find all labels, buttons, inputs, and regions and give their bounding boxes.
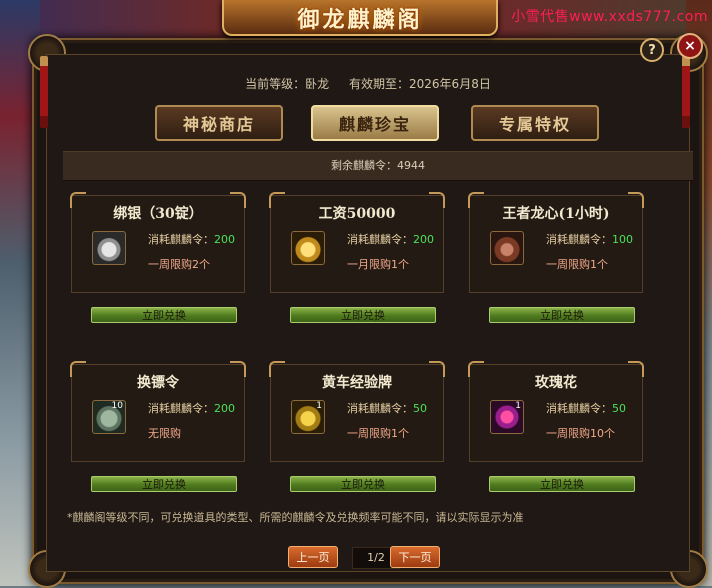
item-cost-value: 200	[214, 402, 235, 415]
item-cost: 消耗麒麟令：200	[148, 402, 235, 415]
item-cost: 消耗麒麟令：200	[347, 233, 434, 246]
redeem-button[interactable]: 立即兑换	[91, 307, 237, 323]
redeem-button[interactable]: 立即兑换	[91, 476, 237, 492]
item-limit: 一月限购1个	[347, 258, 409, 271]
item-title: 黄车经验牌	[322, 375, 392, 391]
tab-exclusive-privilege[interactable]: 专属特权	[471, 105, 599, 141]
tassel-ornament	[682, 56, 690, 128]
item-title: 换镖令	[137, 375, 179, 391]
item-cost-value: 100	[612, 233, 633, 246]
item-cost: 消耗麒麟令：100	[546, 233, 633, 246]
item-limit: 一周限购2个	[148, 258, 210, 271]
item-card: 黄车经验牌 1 消耗麒麟令：50 一周限购1个	[269, 361, 445, 462]
item-card: 玫瑰花 1 消耗麒麟令：50 一周限购10个	[468, 361, 644, 462]
close-button[interactable]: ×	[677, 33, 703, 59]
item-card: 绑银（30锭） 消耗麒麟令：200 一周限购2个	[70, 192, 246, 293]
remaining-tokens-bar: 剩余麒麟令：4944	[63, 151, 693, 181]
item-title: 玫瑰花	[535, 375, 577, 391]
item-cost-value: 50	[413, 402, 427, 415]
next-page-button[interactable]: 下一页	[390, 546, 440, 568]
item-cost-value: 200	[214, 233, 235, 246]
redeem-button[interactable]: 立即兑换	[290, 307, 436, 323]
item-cost-value: 200	[413, 233, 434, 246]
item-count: 1	[515, 401, 521, 411]
item-card: 工资50000 消耗麒麟令：200 一月限购1个	[269, 192, 445, 293]
item-limit: 无限购	[148, 427, 181, 440]
item-cost: 消耗麒麟令：200	[148, 233, 235, 246]
window-title: 御龙麒麟阁	[297, 7, 423, 33]
item-cost-value: 50	[612, 402, 626, 415]
escort-token-icon[interactable]: 10	[92, 400, 126, 434]
yellow-cart-icon[interactable]: 1	[291, 400, 325, 434]
tassel-ornament	[40, 56, 48, 128]
item-title: 工资50000	[318, 206, 396, 222]
watermark-text: 小雪代售www.xxds777.com	[511, 9, 708, 25]
level-info: 当前等级：卧龙 有效期至：2026年6月8日	[47, 75, 689, 92]
item-limit: 一周限购1个	[347, 427, 409, 440]
item-cost: 消耗麒麟令：50	[546, 402, 626, 415]
item-limit: 一周限购10个	[546, 427, 615, 440]
item-count: 1	[316, 401, 322, 411]
item-cost: 消耗麒麟令：50	[347, 402, 427, 415]
item-limit: 一周限购1个	[546, 258, 608, 271]
tab-qilin-treasure[interactable]: 麒麟珍宝	[311, 105, 439, 141]
current-level-text: 当前等级：卧龙	[245, 77, 330, 91]
title-plate: 御龙麒麟阁	[222, 0, 498, 36]
item-card: 王者龙心(1小时) 消耗麒麟令：100 一周限购1个	[468, 192, 644, 293]
item-count: 10	[111, 401, 123, 411]
qilin-pavilion-window: 当前等级：卧龙 有效期至：2026年6月8日 神秘商店 麒麟珍宝 专属特权 剩余…	[28, 34, 708, 588]
remaining-tokens-text: 剩余麒麟令：4944	[331, 159, 425, 172]
redeem-button[interactable]: 立即兑换	[489, 307, 635, 323]
gold-box-icon[interactable]	[291, 231, 325, 265]
item-title: 王者龙心(1小时)	[502, 206, 610, 222]
tab-bar: 神秘商店 麒麟珍宝 专属特权	[155, 105, 675, 145]
help-button[interactable]: ?	[640, 38, 664, 62]
item-card: 换镖令 10 消耗麒麟令：200 无限购	[70, 361, 246, 462]
tab-mystery-shop[interactable]: 神秘商店	[155, 105, 283, 141]
redeem-button[interactable]: 立即兑换	[290, 476, 436, 492]
disclaimer-note: *麒麟阁等级不同，可兑换道具的类型、所需的麒麟令及兑换频率可能不同，请以实际显示…	[67, 511, 524, 524]
prev-page-button[interactable]: 上一页	[288, 546, 338, 568]
item-title: 绑银（30锭）	[113, 206, 203, 222]
expiry-date-text: 有效期至：2026年6月8日	[349, 77, 491, 91]
window-content: 当前等级：卧龙 有效期至：2026年6月8日 神秘商店 麒麟珍宝 专属特权 剩余…	[46, 54, 693, 572]
question-icon: ?	[648, 42, 656, 58]
close-icon: ×	[684, 38, 696, 54]
redeem-button[interactable]: 立即兑换	[489, 476, 635, 492]
rose-icon[interactable]: 1	[490, 400, 524, 434]
dragon-heart-icon[interactable]	[490, 231, 524, 265]
silver-ingot-icon[interactable]	[92, 231, 126, 265]
